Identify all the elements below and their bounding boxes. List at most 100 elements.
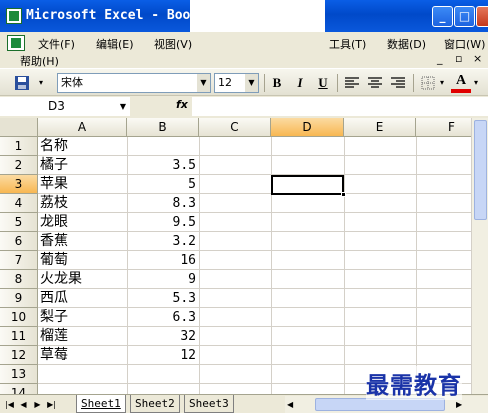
active-cell-d3[interactable]	[271, 175, 346, 197]
row-header[interactable]: 12	[0, 346, 38, 365]
sheet-tab-sheet2[interactable]: Sheet2	[130, 395, 180, 413]
row-header[interactable]: 4	[0, 194, 38, 213]
align-left-icon[interactable]	[342, 73, 362, 93]
cell-b[interactable]: 6.3	[127, 308, 199, 327]
chevron-down-icon[interactable]: ▼	[197, 74, 210, 92]
menu-data[interactable]: 数据(D)	[387, 36, 426, 52]
save-icon[interactable]	[12, 73, 32, 93]
cell-b[interactable]: 5.3	[127, 289, 199, 308]
menu-file[interactable]: 文件(F)	[38, 36, 75, 52]
cell-b[interactable]: 9	[127, 270, 199, 289]
spreadsheet-grid[interactable]: A B C D E F 1 名称 2 橘子 3.5 3 苹果 5 4 荔枝 8.3 5 龙眼 9.5 6 香蕉…	[0, 118, 488, 394]
fill-handle[interactable]	[341, 192, 346, 197]
italic-button[interactable]: I	[290, 73, 310, 93]
align-right-icon[interactable]	[388, 73, 408, 93]
row-header[interactable]: 2	[0, 156, 38, 175]
chevron-down-icon[interactable]: ▼	[120, 97, 126, 116]
menu-window[interactable]: 窗口(W)	[444, 36, 485, 52]
column-header-d[interactable]: D	[271, 118, 344, 137]
menu-tools[interactable]: 工具(T)	[329, 36, 366, 52]
document-icon[interactable]	[7, 35, 25, 51]
menu-edit[interactable]: 编辑(E)	[96, 36, 134, 52]
menu-help[interactable]: 帮助(H)	[20, 53, 59, 69]
cell-a[interactable]: 葡萄	[40, 251, 127, 270]
cell-b[interactable]: 32	[127, 327, 199, 346]
prev-sheet-icon[interactable]: ◀	[18, 398, 29, 411]
cell-b[interactable]: 9.5	[127, 213, 199, 232]
column-header-e[interactable]: E	[344, 118, 416, 137]
font-name-select[interactable]: 宋体 ▼	[57, 73, 211, 93]
last-sheet-icon[interactable]: ▶|	[46, 398, 57, 411]
toolbar-options-icon[interactable]: ▾	[35, 73, 47, 93]
formula-input[interactable]	[192, 97, 488, 116]
column-header-c[interactable]: C	[199, 118, 271, 137]
excel-app-icon[interactable]	[6, 8, 22, 24]
chevron-down-icon[interactable]: ▾	[471, 73, 481, 93]
cell-b[interactable]: 3.2	[127, 232, 199, 251]
minimize-button[interactable]: _	[432, 6, 453, 27]
cell-a[interactable]: 香蕉	[40, 232, 127, 251]
vertical-scrollbar[interactable]	[471, 118, 488, 394]
underline-button[interactable]: U	[313, 73, 333, 93]
scroll-left-icon[interactable]: ◀	[287, 398, 299, 411]
row-header[interactable]: 6	[0, 232, 38, 251]
sheet-tab-sheet1[interactable]: Sheet1	[76, 395, 126, 413]
cell-a[interactable]: 西瓜	[40, 289, 127, 308]
cell-a[interactable]	[40, 384, 127, 394]
close-button[interactable]	[476, 6, 488, 27]
fx-icon[interactable]: fx	[176, 98, 188, 111]
cell-b[interactable]	[127, 365, 199, 384]
row-header[interactable]: 7	[0, 251, 38, 270]
cell-a[interactable]: 榴莲	[40, 327, 127, 346]
doc-restore-button[interactable]: ▫	[455, 52, 462, 65]
sheet-tab-sheet3[interactable]: Sheet3	[184, 395, 234, 413]
chevron-down-icon[interactable]: ▼	[245, 74, 258, 92]
row-header[interactable]: 3	[0, 175, 38, 194]
cell-a[interactable]: 梨子	[40, 308, 127, 327]
cell-a[interactable]	[40, 365, 127, 384]
doc-close-button[interactable]: ×	[473, 52, 482, 65]
separator	[337, 74, 338, 92]
cell-a[interactable]: 荔枝	[40, 194, 127, 213]
cell-b[interactable]: 5	[127, 175, 199, 194]
menu-bar: 文件(F) 编辑(E) 视图(V) 工具(T) 数据(D) 窗口(W) 帮助(H…	[0, 32, 488, 68]
cell-b[interactable]: 16	[127, 251, 199, 270]
row-header[interactable]: 11	[0, 327, 38, 346]
maximize-button[interactable]: □	[454, 6, 475, 27]
cell-b[interactable]	[127, 137, 199, 156]
row-header[interactable]: 1	[0, 137, 38, 156]
cell-a[interactable]: 草莓	[40, 346, 127, 365]
column-header-a[interactable]: A	[38, 118, 127, 137]
font-name-value: 宋体	[61, 76, 83, 89]
font-size-select[interactable]: 12 ▼	[214, 73, 259, 93]
first-sheet-icon[interactable]: |◀	[4, 398, 15, 411]
cell-a[interactable]: 橘子	[40, 156, 127, 175]
next-sheet-icon[interactable]: ▶	[32, 398, 43, 411]
font-color-icon[interactable]: A	[451, 73, 471, 93]
row-header[interactable]: 13	[0, 365, 38, 384]
name-box[interactable]: D3 ▼	[0, 97, 130, 116]
row-header[interactable]: 8	[0, 270, 38, 289]
cell-b[interactable]: 12	[127, 346, 199, 365]
chevron-down-icon[interactable]: ▾	[437, 73, 447, 93]
cell-a[interactable]: 火龙果	[40, 270, 127, 289]
bold-button[interactable]: B	[267, 73, 287, 93]
row-header[interactable]: 9	[0, 289, 38, 308]
cell-a[interactable]: 名称	[40, 137, 127, 156]
row-header[interactable]: 5	[0, 213, 38, 232]
cell-b[interactable]	[127, 384, 199, 394]
gridline	[416, 137, 417, 394]
doc-minimize-button[interactable]: _	[437, 52, 443, 65]
row-header[interactable]: 14	[0, 384, 38, 394]
cell-a[interactable]: 龙眼	[40, 213, 127, 232]
select-all-corner[interactable]	[0, 118, 38, 137]
scroll-thumb[interactable]	[474, 120, 487, 220]
column-header-b[interactable]: B	[127, 118, 199, 137]
cell-b[interactable]: 3.5	[127, 156, 199, 175]
cell-a[interactable]: 苹果	[40, 175, 127, 194]
borders-icon[interactable]	[418, 73, 438, 93]
align-center-icon[interactable]	[365, 73, 385, 93]
menu-view[interactable]: 视图(V)	[154, 36, 192, 52]
row-header[interactable]: 10	[0, 308, 38, 327]
cell-b[interactable]: 8.3	[127, 194, 199, 213]
